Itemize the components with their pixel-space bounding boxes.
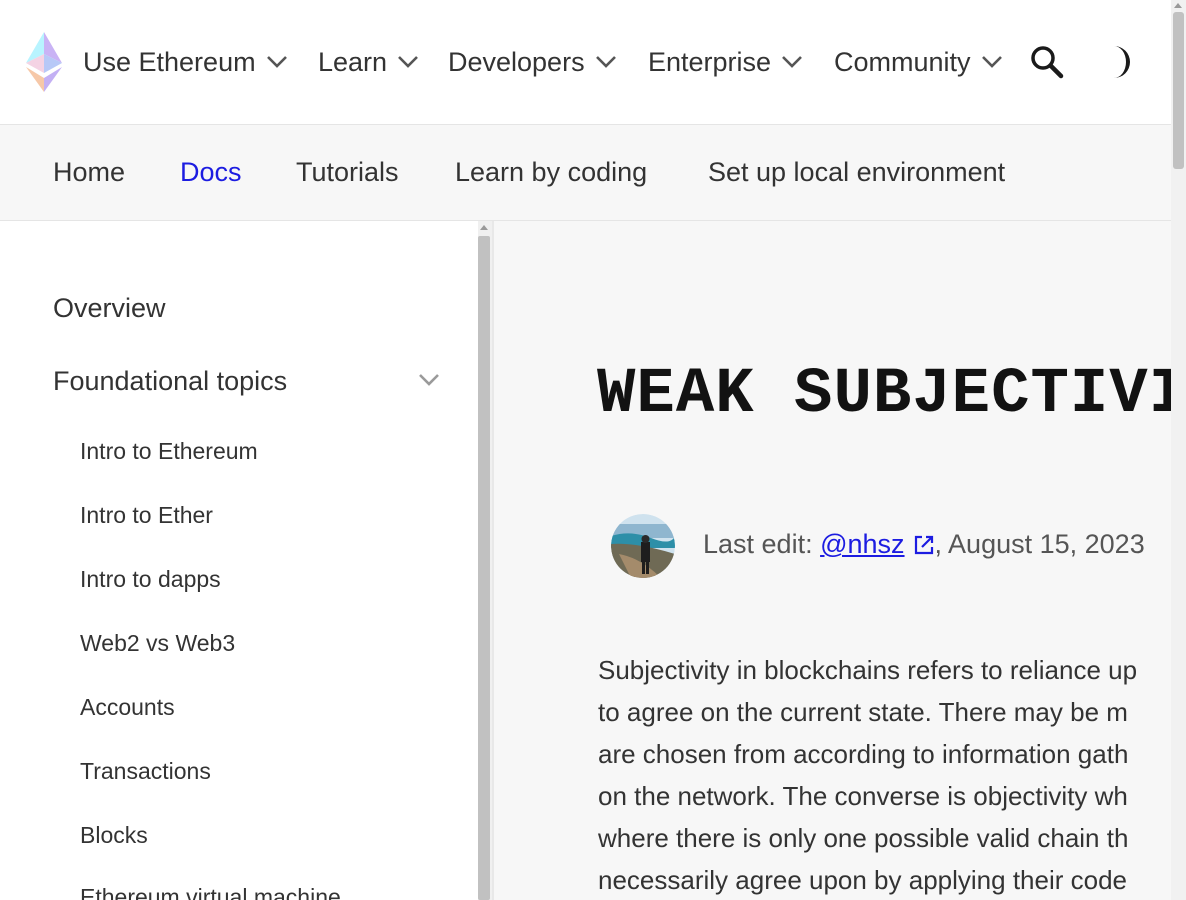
- nav-developers[interactable]: Developers: [448, 44, 617, 80]
- main-content: WEAK SUBJECTIVI Last edit: @nhsz , Augus…: [494, 221, 1171, 900]
- sidebar-item-intro-to-ethereum[interactable]: Intro to Ethereum: [80, 438, 258, 465]
- sidebar-item-overview[interactable]: Overview: [53, 293, 166, 324]
- subnav-home[interactable]: Home: [53, 157, 125, 188]
- chevron-down-icon: [981, 56, 1002, 68]
- nav-label: Use Ethereum: [83, 46, 256, 77]
- dark-mode-icon[interactable]: [1104, 44, 1138, 80]
- chevron-down-icon: [266, 56, 287, 68]
- search-icon[interactable]: [1030, 45, 1064, 79]
- chevron-down-icon: [398, 56, 418, 68]
- sidebar-item-intro-to-dapps[interactable]: Intro to dapps: [80, 566, 221, 593]
- chevron-down-icon: [782, 56, 802, 68]
- ethereum-logo-icon[interactable]: [24, 32, 64, 92]
- scroll-up-arrow-icon[interactable]: [480, 225, 488, 230]
- last-edit-date: , August 15, 2023: [934, 529, 1145, 559]
- paragraph-line: on the network. The converse is objectiv…: [598, 781, 1128, 811]
- chevron-down-icon: [595, 56, 616, 68]
- nav-enterprise[interactable]: Enterprise: [648, 44, 803, 80]
- docs-sub-navigation: Home Docs Tutorials Learn by coding Set …: [0, 125, 1171, 221]
- paragraph-line: necessarily agree upon by applying their…: [598, 865, 1128, 895]
- avatar[interactable]: [611, 514, 675, 578]
- subnav-local-environment[interactable]: Set up local environment: [708, 157, 1005, 188]
- nav-label: Developers: [448, 46, 585, 77]
- external-link-icon[interactable]: [913, 534, 935, 556]
- nav-label: Enterprise: [648, 46, 772, 77]
- page-title: WEAK SUBJECTIVI: [597, 359, 1171, 431]
- last-edit-info: Last edit: @nhsz , August 15, 2023: [703, 529, 1145, 560]
- nav-learn[interactable]: Learn: [318, 44, 419, 80]
- sidebar-section-foundational-topics[interactable]: Foundational topics: [53, 366, 287, 397]
- article-body: Subjectivity in blockchains refers to re…: [598, 649, 1171, 900]
- paragraph-line: are chosen from according to information…: [598, 739, 1129, 769]
- paragraph-line: where there is only one possible valid c…: [598, 823, 1129, 853]
- chevron-down-icon[interactable]: [418, 373, 440, 387]
- last-edit-author-link[interactable]: @nhsz: [820, 529, 904, 559]
- paragraph-line: to agree on the current state. There may…: [598, 697, 1128, 727]
- last-edit-label: Last edit:: [703, 529, 821, 559]
- sidebar-item-evm[interactable]: Ethereum virtual machine: [80, 884, 341, 900]
- nav-use-ethereum[interactable]: Use Ethereum: [83, 44, 288, 80]
- subnav-tutorials[interactable]: Tutorials: [296, 157, 399, 188]
- docs-sidebar: Overview Foundational topics Intro to Et…: [0, 221, 478, 900]
- page-scrollbar-thumb[interactable]: [1173, 12, 1184, 169]
- subnav-docs[interactable]: Docs: [180, 157, 242, 188]
- nav-community[interactable]: Community: [834, 44, 1003, 80]
- scroll-up-arrow-icon[interactable]: [1174, 3, 1182, 8]
- sidebar-item-transactions[interactable]: Transactions: [80, 758, 211, 785]
- sidebar-item-web2-vs-web3[interactable]: Web2 vs Web3: [80, 630, 235, 657]
- sidebar-item-blocks[interactable]: Blocks: [80, 822, 148, 849]
- paragraph-line: Subjectivity in blockchains refers to re…: [598, 655, 1138, 685]
- nav-label: Learn: [318, 46, 388, 77]
- nav-label: Community: [834, 46, 971, 77]
- sidebar-scrollbar-thumb[interactable]: [478, 236, 490, 900]
- top-navigation: Use Ethereum Learn Developers Enterprise…: [0, 0, 1171, 125]
- subnav-learn-by-coding[interactable]: Learn by coding: [455, 157, 647, 188]
- sidebar-item-accounts[interactable]: Accounts: [80, 694, 175, 721]
- sidebar-item-intro-to-ether[interactable]: Intro to Ether: [80, 502, 213, 529]
